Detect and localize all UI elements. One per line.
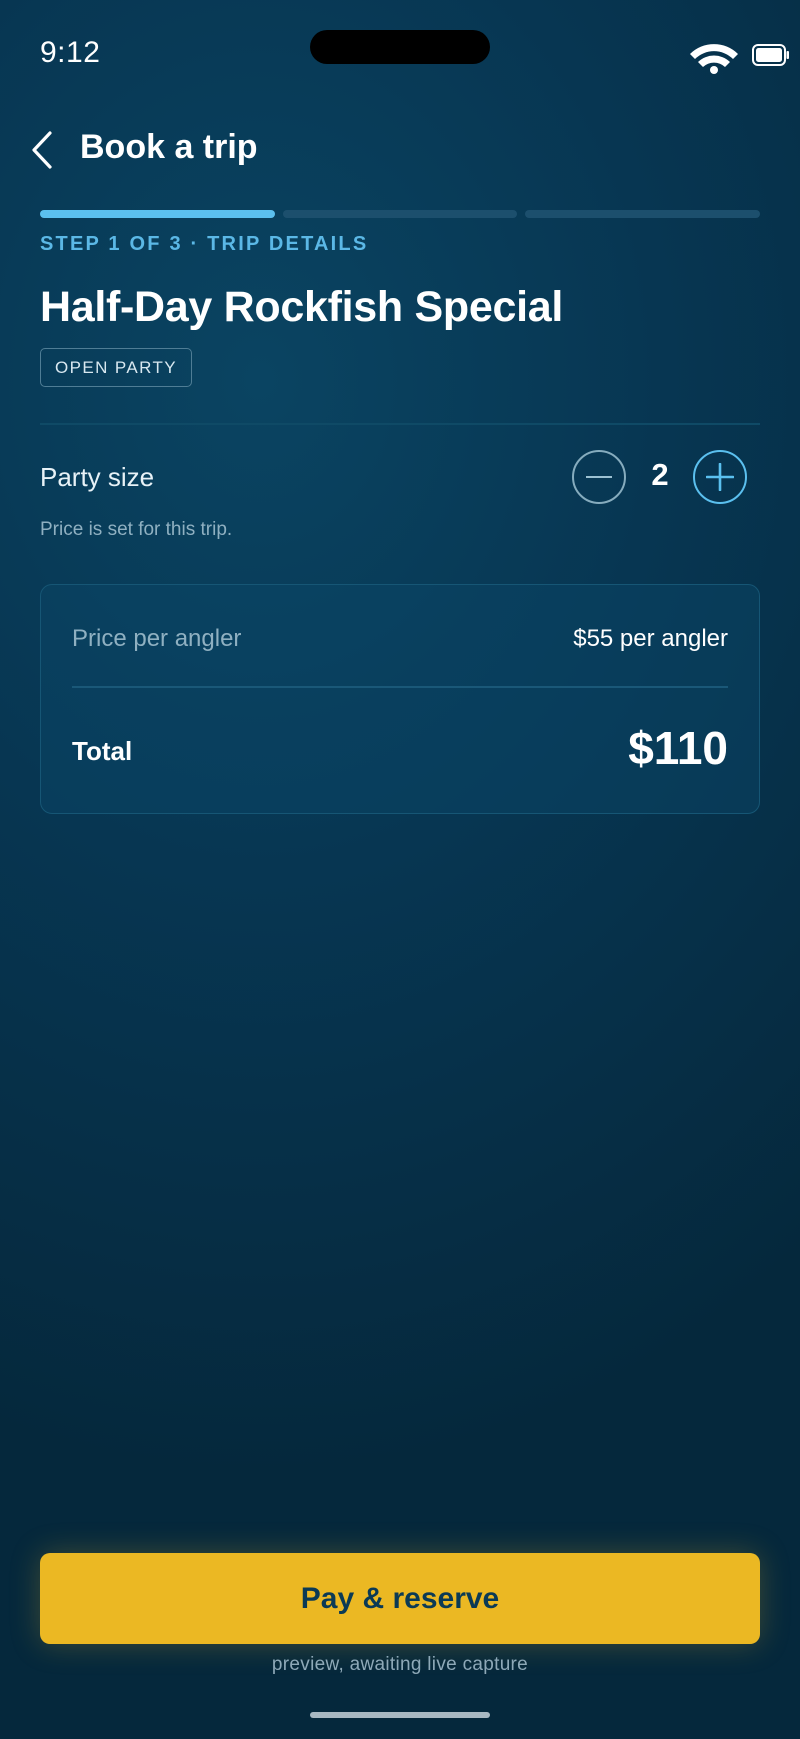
nav-bar: Book a trip xyxy=(0,110,800,190)
wifi-icon xyxy=(690,44,738,74)
dynamic-island xyxy=(310,30,490,64)
cta-note: preview, awaiting live capture xyxy=(271,1654,529,1675)
progress-segment-3 xyxy=(525,210,761,218)
increase-party-button[interactable] xyxy=(693,450,747,504)
price-note: Price is set for this trip. xyxy=(40,519,233,540)
card-divider xyxy=(72,686,728,688)
status-bar: 9:12 xyxy=(0,0,800,100)
price-per-angler-value: $55 per angler xyxy=(573,625,728,652)
home-indicator xyxy=(310,1712,490,1718)
price-summary-card: Price per angler $55 per angler Total $1… xyxy=(40,584,760,814)
step-label: STEP 1 OF 3 · TRIP DETAILS xyxy=(40,233,369,255)
minus-icon xyxy=(586,475,612,479)
divider xyxy=(40,423,760,425)
pay-reserve-button[interactable]: Pay & reserve xyxy=(40,1553,760,1644)
trip-title: Half-Day Rockfish Special xyxy=(40,283,564,331)
battery-icon xyxy=(752,44,789,66)
page-title: Book a trip xyxy=(80,128,258,166)
progress-segment-2 xyxy=(282,210,518,218)
status-time: 9:12 xyxy=(40,36,101,69)
chevron-left-icon xyxy=(32,131,52,169)
decrease-party-button[interactable] xyxy=(572,450,626,504)
back-button[interactable] xyxy=(22,124,62,176)
plus-icon xyxy=(706,463,734,491)
total-label: Total xyxy=(72,736,133,766)
party-size-label: Party size xyxy=(40,462,155,492)
step-progress xyxy=(40,210,761,218)
party-size-value: 2 xyxy=(651,457,669,492)
price-per-angler-label: Price per angler xyxy=(72,625,242,652)
trip-type-badge: OPEN PARTY xyxy=(40,348,193,387)
total-value: $110 xyxy=(628,722,728,774)
progress-segment-1 xyxy=(40,210,275,218)
